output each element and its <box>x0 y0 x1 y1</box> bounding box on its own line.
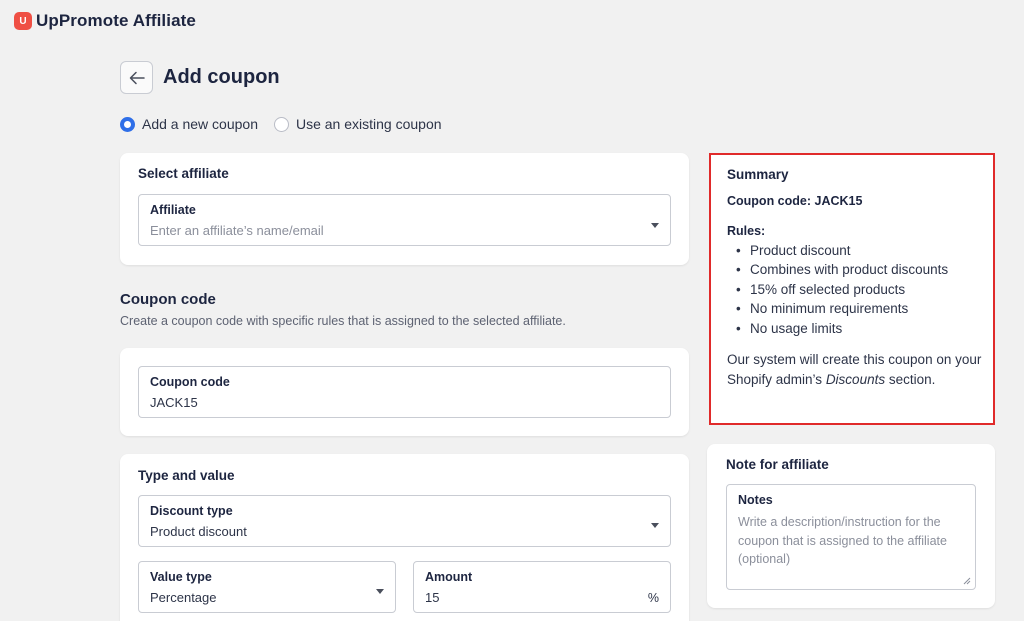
discount-type-value: Product discount <box>150 524 247 539</box>
amount-label: Amount <box>425 570 473 584</box>
coupon-code-input[interactable]: Coupon code JACK15 <box>138 366 671 418</box>
select-affiliate-title: Select affiliate <box>138 166 229 181</box>
discount-type-label: Discount type <box>150 504 233 518</box>
type-and-value-card: Type and value Discount type Product dis… <box>120 454 689 621</box>
notes-textarea[interactable]: Notes Write a description/instruction fo… <box>726 484 976 590</box>
value-type-value: Percentage <box>150 590 217 605</box>
chevron-down-icon <box>651 523 659 528</box>
back-button[interactable] <box>120 61 153 94</box>
summary-title: Summary <box>727 167 789 182</box>
notes-label: Notes <box>738 493 773 507</box>
summary-rules-label: Rules: <box>727 224 766 238</box>
list-item: • No minimum requirements <box>736 301 909 317</box>
radio-add-new-coupon[interactable]: Add a new coupon <box>120 116 258 132</box>
chevron-down-icon <box>651 223 659 228</box>
list-item: • No usage limits <box>736 320 843 336</box>
summary-coupon-code: Coupon code: JACK15 <box>727 194 863 208</box>
amount-value: 15 <box>425 590 440 605</box>
chevron-down-icon <box>376 589 384 594</box>
note-for-affiliate-card: Note for affiliate Notes Write a descrip… <box>707 444 995 608</box>
affiliate-placeholder: Enter an affiliate’s name/email <box>150 223 324 238</box>
percent-suffix: % <box>647 591 659 605</box>
coupon-code-heading: Coupon code <box>120 291 216 308</box>
coupon-code-description: Create a coupon code with specific rules… <box>120 314 566 328</box>
radio-label-add-new: Add a new coupon <box>142 116 258 132</box>
type-and-value-title: Type and value <box>138 468 235 483</box>
value-type-label: Value type <box>150 570 212 584</box>
app-brand: U UpPromote Affiliate <box>14 11 196 31</box>
coupon-mode-radio-group: Add a new coupon Use an existing coupon <box>120 116 458 132</box>
value-type-select[interactable]: Value type Percentage <box>138 561 396 613</box>
summary-panel: Summary Coupon code: JACK15 Rules: • Prod… <box>709 153 995 425</box>
discount-type-select[interactable]: Discount type Product discount <box>138 495 671 547</box>
notes-placeholder: Write a description/instruction for the … <box>738 515 947 566</box>
radio-use-existing-coupon[interactable]: Use an existing coupon <box>273 116 442 132</box>
app-name: UpPromote Affiliate <box>36 11 196 30</box>
page-title: Add coupon <box>163 66 280 88</box>
arrow-left-icon <box>129 71 145 84</box>
coupon-code-value: JACK15 <box>150 395 198 410</box>
uppromote-logo-icon: U <box>14 12 32 30</box>
radio-selected-icon[interactable] <box>120 116 135 132</box>
select-affiliate-card: Select affiliate Affiliate Enter an affi… <box>120 153 689 265</box>
resize-handle-icon[interactable] <box>963 577 971 585</box>
coupon-code-label: Coupon code <box>150 375 230 389</box>
radio-label-use-existing: Use an existing coupon <box>295 116 442 132</box>
radio-unselected-icon[interactable] <box>273 116 289 132</box>
list-item: • 15% off selected products <box>736 281 906 297</box>
affiliate-label: Affiliate <box>150 203 196 217</box>
coupon-code-card: Coupon code JACK15 <box>120 348 689 436</box>
list-item: • Product discount <box>736 243 851 258</box>
summary-note: Our system will create this coupon on yo… <box>727 352 982 387</box>
summary-rules-list: • Product discount • Combines with product… <box>727 241 948 338</box>
affiliate-select[interactable]: Affiliate Enter an affiliate’s name/emai… <box>138 194 671 246</box>
note-for-affiliate-title: Note for affiliate <box>726 457 829 472</box>
list-item: • Combines with product discounts <box>736 262 949 278</box>
amount-input[interactable]: Amount 15 % <box>413 561 671 613</box>
